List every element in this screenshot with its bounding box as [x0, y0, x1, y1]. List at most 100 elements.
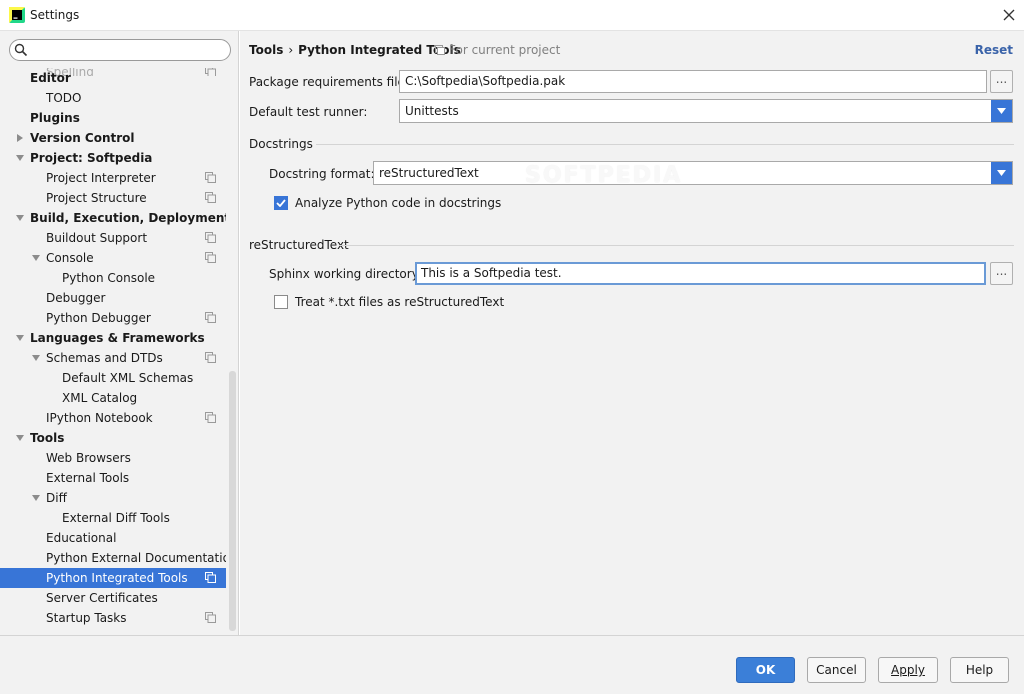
sidebar-item-label: Project Interpreter — [46, 171, 156, 185]
expand-arrow-down-icon[interactable] — [32, 494, 40, 502]
sidebar-item-python-external-documentation[interactable]: Python External Documentation — [0, 548, 226, 568]
package-requirements-browse-button[interactable]: ... — [990, 70, 1013, 93]
docstrings-section-title: Docstrings — [249, 137, 313, 151]
settings-search-input[interactable] — [32, 42, 224, 58]
breadcrumb-separator: › — [288, 43, 294, 57]
expand-arrow-down-icon[interactable] — [32, 354, 40, 362]
sidebar-item-label: Default XML Schemas — [62, 371, 194, 385]
analyze-python-checkbox-row[interactable]: Analyze Python code in docstrings — [274, 194, 501, 212]
scope-label: For current project — [449, 43, 561, 57]
project-scope-icon — [205, 612, 216, 623]
restructuredtext-section-title: reStructuredText — [249, 238, 349, 252]
sidebar-item-plugins[interactable]: Plugins — [0, 108, 226, 128]
sidebar-item-schemas-and-dtds[interactable]: Schemas and DTDs — [0, 348, 226, 368]
sidebar-item-external-tools[interactable]: External Tools — [0, 468, 226, 488]
expand-arrow-down-icon[interactable] — [16, 434, 24, 442]
sidebar-item-debugger[interactable]: Debugger — [0, 288, 226, 308]
sidebar-item-editor[interactable]: Editor — [0, 68, 226, 88]
sidebar-item-project-interpreter[interactable]: Project Interpreter — [0, 168, 226, 188]
docstring-format-dropdown-arrow[interactable] — [991, 162, 1012, 184]
sidebar-item-python-integrated-tools[interactable]: Python Integrated Tools — [0, 568, 226, 588]
sidebar-item-server-certificates[interactable]: Server Certificates — [0, 588, 226, 608]
sidebar-item-startup-tasks[interactable]: Startup Tasks — [0, 608, 226, 628]
sidebar-item-label: External Diff Tools — [62, 511, 170, 525]
sidebar-item-languages-frameworks[interactable]: Languages & Frameworks — [0, 328, 226, 348]
breadcrumb-parent: Tools — [249, 43, 284, 57]
reset-link[interactable]: Reset — [975, 43, 1013, 57]
search-icon — [14, 43, 28, 57]
project-scope-icon — [205, 312, 216, 323]
treat-txt-checkbox[interactable] — [274, 295, 288, 309]
sidebar-item-label: XML Catalog — [62, 391, 138, 405]
sidebar-item-label: Tools — [30, 431, 65, 445]
project-scope-icon — [205, 572, 216, 583]
sidebar-item-xml-catalog[interactable]: XML Catalog — [0, 388, 226, 408]
sidebar-item-web-browsers[interactable]: Web Browsers — [0, 448, 226, 468]
sidebar-item-label: Web Browsers — [46, 451, 131, 465]
package-requirements-input[interactable]: C:\Softpedia\Softpedia.pak — [399, 70, 987, 93]
treat-txt-label: Treat *.txt files as reStructuredText — [295, 295, 505, 309]
settings-sidebar: Spelling Editor TODO Plugins Version Control… — [0, 31, 239, 635]
cancel-button[interactable]: Cancel — [807, 657, 866, 683]
sidebar-item-external-diff-tools[interactable]: External Diff Tools — [0, 508, 226, 528]
scope-indicator: For current project — [435, 43, 560, 57]
sidebar-item-build-execution-deployment[interactable]: Build, Execution, Deployment — [0, 208, 226, 228]
sidebar-item-label: Project: Softpedia — [30, 151, 153, 165]
chevron-down-icon — [997, 108, 1006, 114]
expand-arrow-down-icon[interactable] — [32, 254, 40, 262]
sidebar-item-label: Startup Tasks — [46, 611, 127, 625]
sphinx-directory-browse-button[interactable]: ... — [990, 262, 1013, 285]
sphinx-directory-label: Sphinx working directory: — [269, 267, 422, 281]
sidebar-item-python-debugger[interactable]: Python Debugger — [0, 308, 226, 328]
sidebar-item-diff[interactable]: Diff — [0, 488, 226, 508]
treat-txt-checkbox-row[interactable]: Treat *.txt files as reStructuredText — [274, 293, 504, 311]
analyze-python-label: Analyze Python code in docstrings — [295, 196, 502, 210]
sidebar-item-version-control[interactable]: Version Control — [0, 128, 226, 148]
test-runner-dropdown-arrow[interactable] — [991, 100, 1012, 122]
sidebar-item-label: Buildout Support — [46, 231, 148, 245]
sidebar-item-buildout-support[interactable]: Buildout Support — [0, 228, 226, 248]
test-runner-value: Unittests — [405, 104, 459, 118]
sidebar-item-label: Schemas and DTDs — [46, 351, 163, 365]
expand-arrow-down-icon[interactable] — [16, 334, 24, 342]
docstring-format-dropdown[interactable]: reStructuredText — [373, 161, 1013, 185]
sidebar-item-default-xml-schemas[interactable]: Default XML Schemas — [0, 368, 226, 388]
sidebar-item-label: Server Certificates — [46, 591, 158, 605]
sidebar-item-project-structure[interactable]: Project Structure — [0, 188, 226, 208]
docstrings-divider — [316, 144, 1014, 145]
close-window-button[interactable] — [994, 0, 1024, 30]
sidebar-item-console[interactable]: Console — [0, 248, 226, 268]
sidebar-item-label: Educational — [46, 531, 117, 545]
expand-arrow-right-icon[interactable] — [16, 134, 24, 142]
project-scope-icon — [205, 172, 216, 183]
sidebar-item-label: Build, Execution, Deployment — [30, 211, 226, 225]
sidebar-item-educational[interactable]: Educational — [0, 528, 226, 548]
sidebar-item-tools[interactable]: Tools — [0, 428, 226, 448]
help-button[interactable]: Help — [950, 657, 1009, 683]
sidebar-item-python-console[interactable]: Python Console — [0, 268, 226, 288]
test-runner-dropdown[interactable]: Unittests — [399, 99, 1013, 123]
apply-button[interactable]: Apply — [878, 657, 938, 683]
sphinx-directory-input[interactable]: This is a Softpedia test. — [415, 262, 986, 285]
package-requirements-label: Package requirements file: — [249, 75, 409, 89]
checkmark-icon — [276, 199, 286, 207]
sidebar-item-label: Languages & Frameworks — [30, 331, 205, 345]
sidebar-item-ipython-notebook[interactable]: IPython Notebook — [0, 408, 226, 428]
project-scope-icon — [205, 352, 216, 363]
test-runner-label: Default test runner: — [249, 105, 368, 119]
sidebar-item-todo[interactable]: TODO — [0, 88, 226, 108]
settings-content-panel: Tools › Python Integrated Tools For curren… — [240, 31, 1024, 635]
analyze-python-checkbox[interactable] — [274, 196, 288, 210]
sidebar-item-project-softpedia[interactable]: Project: Softpedia — [0, 148, 226, 168]
sidebar-item-label: Project Structure — [46, 191, 147, 205]
settings-tree: Spelling Editor TODO Plugins Version Control… — [0, 68, 226, 635]
ok-button[interactable]: OK — [736, 657, 795, 683]
sidebar-item-label: Python Console — [62, 271, 156, 285]
project-scope-icon — [435, 45, 445, 55]
expand-arrow-down-icon[interactable] — [16, 214, 24, 222]
project-scope-icon — [205, 412, 216, 423]
docstring-format-value: reStructuredText — [379, 166, 479, 180]
settings-search-box[interactable] — [9, 39, 231, 61]
sidebar-scrollbar-thumb[interactable] — [229, 371, 236, 631]
expand-arrow-down-icon[interactable] — [16, 154, 24, 162]
